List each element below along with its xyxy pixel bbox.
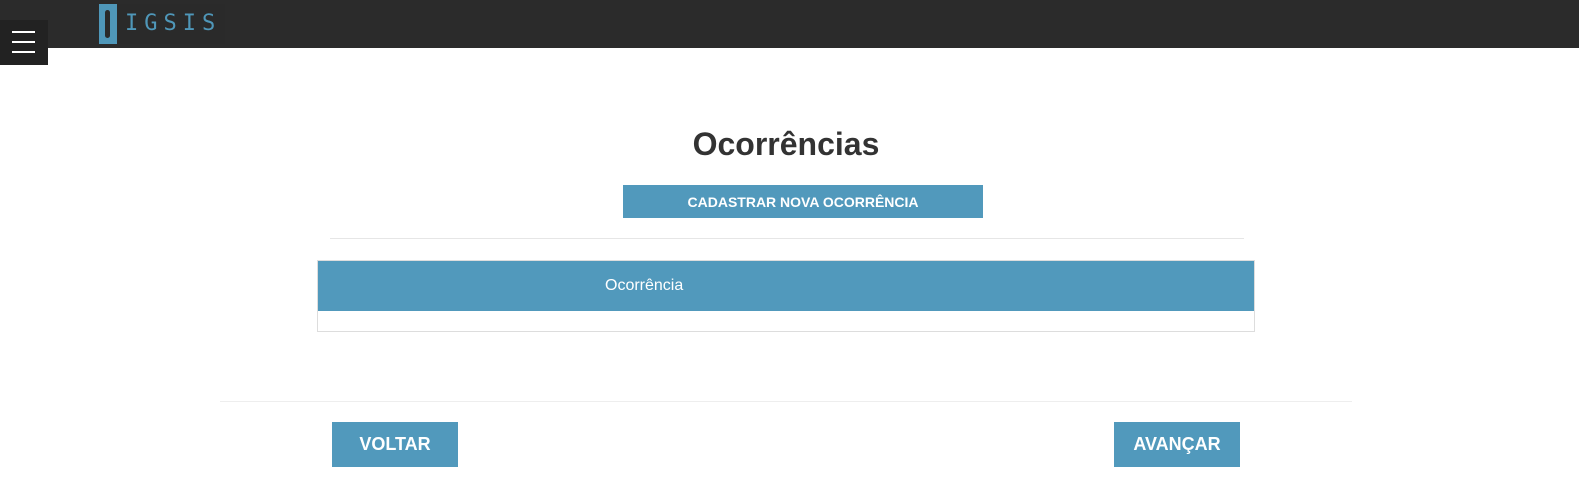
top-bar: IGSIS: [0, 0, 1579, 48]
table-header: Ocorrência: [318, 261, 1254, 311]
menu-line: [12, 41, 35, 43]
back-button[interactable]: VOLTAR: [332, 422, 458, 467]
menu-line: [12, 31, 35, 33]
column-header-occurrence: Ocorrência: [605, 277, 684, 294]
add-occurrence-button[interactable]: CADASTRAR NOVA OCORRÊNCIA: [623, 185, 983, 218]
page-title: Ocorrências: [692, 126, 880, 162]
igsis-logo[interactable]: IGSIS: [99, 4, 225, 44]
next-button[interactable]: AVANÇAR: [1114, 422, 1240, 467]
occurrences-table: Ocorrência: [317, 260, 1255, 332]
divider: [330, 238, 1244, 239]
logo-mark: [99, 4, 117, 44]
table-body: [318, 311, 1254, 331]
menu-line: [12, 51, 35, 53]
logo-text: IGSIS: [125, 11, 222, 36]
hamburger-menu-icon[interactable]: [0, 20, 48, 65]
divider: [220, 401, 1352, 402]
